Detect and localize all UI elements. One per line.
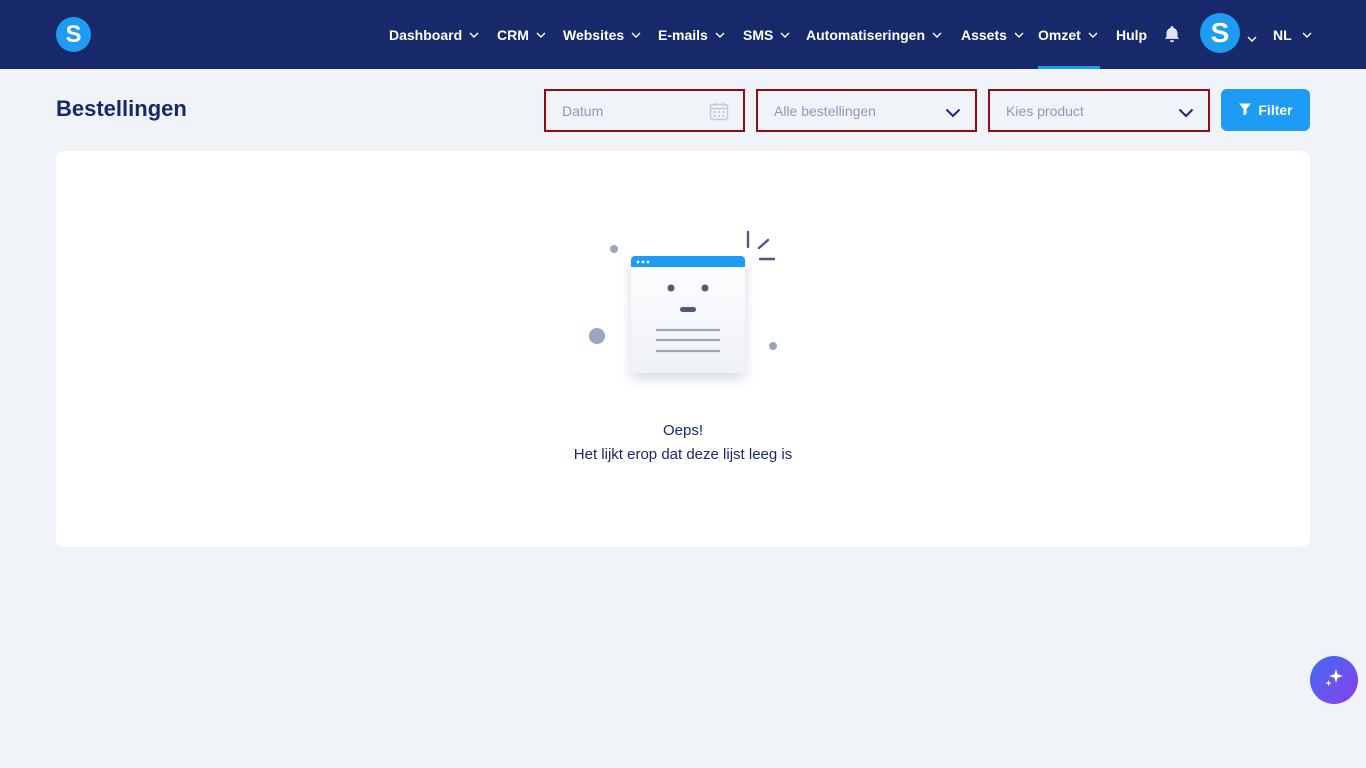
nav-item-assets[interactable]: Assets — [961, 0, 1024, 69]
nav-item-label: E-mails — [658, 26, 708, 43]
empty-state-illustration — [585, 228, 785, 388]
nav-item-label: Omzet — [1038, 26, 1081, 43]
product-select[interactable]: Kies product — [988, 89, 1210, 132]
chevron-down-icon — [1178, 105, 1194, 121]
avatar-letter: S — [1210, 17, 1230, 48]
nav-item-label: Websites — [563, 26, 625, 43]
chevron-down-icon — [1014, 32, 1024, 38]
nav-item-hulp[interactable]: Hulp — [1116, 0, 1147, 69]
nav-item-label: Hulp — [1116, 26, 1148, 43]
nav-item-sms[interactable]: SMS — [743, 0, 790, 69]
chevron-down-icon — [932, 32, 942, 38]
chevron-down-icon — [1088, 32, 1098, 38]
nav-item-label: SMS — [743, 26, 774, 43]
page-title: Bestellingen — [56, 96, 187, 121]
nav-item-dashboard[interactable]: Dashboard — [389, 0, 479, 69]
empty-state-title: Oeps! — [662, 422, 704, 439]
date-field[interactable]: Datum — [544, 89, 745, 132]
ai-assistant-button[interactable] — [1310, 656, 1358, 704]
chevron-down-icon — [945, 105, 961, 121]
bell-icon[interactable] — [1162, 24, 1182, 44]
filter-button-label: Filter — [1258, 102, 1293, 118]
avatar[interactable]: S — [1200, 13, 1240, 53]
funnel-icon — [1238, 102, 1252, 119]
orders-select-value: Alle bestellingen — [774, 102, 876, 119]
orders-select[interactable]: Alle bestellingen — [756, 89, 977, 132]
language-label: NL — [1273, 26, 1292, 43]
logo[interactable]: S — [56, 17, 91, 52]
chevron-down-icon — [715, 32, 725, 38]
nav-item-label: Automatiseringen — [806, 26, 926, 43]
chevron-down-icon — [536, 32, 546, 38]
nav-item-emails[interactable]: E-mails — [658, 0, 725, 69]
nav-item-crm[interactable]: CRM — [497, 0, 546, 69]
top-navigation: S Dashboard CRM Websites E-mails SMS Aut… — [0, 0, 1366, 69]
chevron-down-icon[interactable] — [1247, 29, 1257, 47]
chevron-down-icon — [631, 32, 641, 38]
nav-item-label: Dashboard — [389, 26, 463, 43]
nav-item-omzet[interactable]: Omzet — [1038, 0, 1100, 69]
logo-letter: S — [65, 20, 82, 48]
chevron-down-icon — [469, 32, 479, 38]
nav-item-automatiseringen[interactable]: Automatiseringen — [806, 0, 942, 69]
product-select-value: Kies product — [1006, 102, 1084, 119]
sparkles-icon — [1322, 666, 1346, 695]
calendar-icon — [709, 101, 729, 124]
nav-item-websites[interactable]: Websites — [563, 0, 641, 69]
chevron-down-icon — [780, 32, 790, 38]
chevron-down-icon — [1302, 32, 1312, 38]
nav-item-label: CRM — [497, 26, 529, 43]
nav-item-label: Assets — [961, 26, 1007, 43]
language-selector[interactable]: NL — [1273, 0, 1312, 69]
empty-state-message: Het lijkt erop dat deze lijst leeg is — [573, 446, 793, 463]
filter-button[interactable]: Filter — [1221, 89, 1310, 131]
date-placeholder: Datum — [562, 102, 604, 119]
